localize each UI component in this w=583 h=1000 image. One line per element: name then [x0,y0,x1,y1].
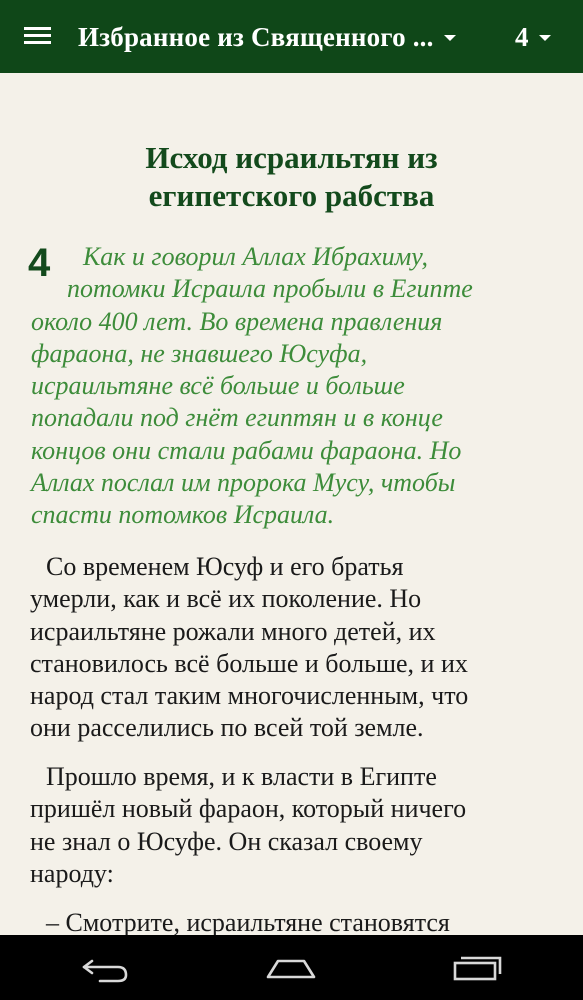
chapter-number: 4 [515,21,529,52]
reader-screen: Избранное из Священного ... 4 Исход исра… [0,0,583,1000]
intro-line: концов они стали рабами фараона. Но [31,435,462,465]
paragraph-line: народу: [30,858,114,888]
intro-line: Как и говорил Аллах Ибрахиму, [83,242,428,271]
book-title: Избранное из Священного ... [78,21,434,52]
back-icon[interactable] [72,947,142,987]
intro-line: Аллах послал им пророка Мусу, чтобы [31,468,456,498]
intro-line: около 400 лет. Во времена правления [31,306,443,336]
paragraph-line: не знал о Юсуфе. Он сказал своему [30,826,423,856]
chapter-intro: Как и говорил Аллах Ибрахиму, потомки Ис… [31,241,541,532]
chapter-selector[interactable]: 4 [515,18,551,56]
heading-line: египетского рабства [148,178,435,213]
system-nav-bar [0,935,583,1000]
intro-line: спасти потомков Исраила. [31,500,335,530]
paragraph: Прошло время, и к власти в Египте пришёл… [30,761,550,890]
heading-line: Исход исраильтян из [145,140,438,175]
recent-apps-icon[interactable] [441,947,511,987]
chevron-down-icon [443,35,456,41]
reading-pane[interactable]: Исход исраильтян из египетского рабства … [0,73,583,935]
paragraph-line: Со временем Юсуф и его братья [46,552,404,581]
paragraph-line: они расселились по всей той земле. [30,713,424,743]
intro-line: исраильтяне всё больше и больше [31,371,405,401]
app-bar: Избранное из Священного ... 4 [0,0,583,73]
paragraph: Со временем Юсуф и его братья умерли, ка… [30,551,550,745]
intro-line: попадали под гнёт египтян и в конце [31,403,443,433]
section-heading: Исход исраильтян из египетского рабства [0,139,583,215]
paragraph-line: исраильтяне рожали много детей, их [30,616,436,646]
chevron-down-icon [538,35,551,41]
intro-line: фараона, не знавшего Юсуфа, [31,338,368,368]
paragraph-line: пришёл новый фараон, который ничего [30,794,467,824]
paragraph-line: умерли, как и всё их поколение. Но [30,584,422,614]
intro-line: потомки Исраила пробыли в Египте [67,274,473,304]
paragraph-line: народ стал таким многочисленным, что [30,681,469,711]
paragraph-line: становилось всё больше и больше, и их [30,648,468,678]
paragraph: – Смотрите, исраильтяне становятся [30,907,550,935]
paragraph-line: – Смотрите, исраильтяне становятся [46,908,450,935]
home-icon[interactable] [256,947,326,987]
menu-icon[interactable] [24,25,51,47]
paragraph-line: Прошло время, и к власти в Египте [46,762,437,791]
book-selector[interactable]: Избранное из Священного ... [78,18,498,56]
